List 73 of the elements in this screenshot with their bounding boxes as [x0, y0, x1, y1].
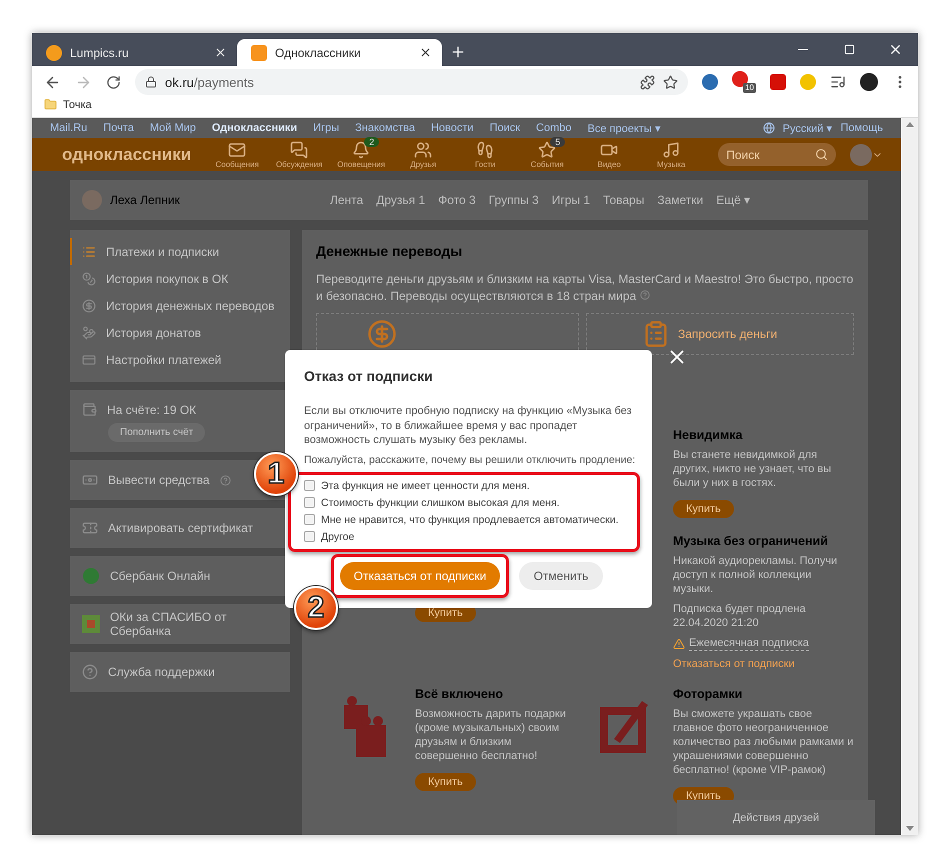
nav-item[interactable]: Гости [454, 140, 516, 169]
profile-tab[interactable]: Заметки [657, 193, 704, 207]
language-link[interactable]: Русский ▾ [782, 122, 832, 135]
profile-tab[interactable]: Ещё ▾ [716, 193, 750, 207]
profile-tab[interactable]: Игры 1 [552, 193, 590, 207]
card-label: Сбербанк Онлайн [110, 569, 210, 583]
browser-tab[interactable]: Одноклассники [237, 39, 442, 66]
buy-button[interactable]: Купить [415, 773, 476, 791]
sidebar-card[interactable]: ОКи за СПАСИБО от Сбербанка [70, 604, 290, 644]
nav-item[interactable]: Сообщения [206, 140, 268, 169]
site-logo: одноклассники [62, 144, 192, 165]
profile-tab[interactable]: Фото 3 [438, 193, 476, 207]
unsubscribe-button[interactable]: Отказаться от подписки [340, 562, 500, 590]
product-title: Невидимка [673, 428, 744, 442]
section-text: Переводите деньги друзьям и близким на карты Visa, MasterCard и Maestro! Это быстро, просто и безопасно. Переводы осуществляются в 18 стран мира [316, 271, 854, 305]
card-label: Вывести средства [108, 473, 210, 487]
plan-link[interactable]: Ежемесячная подписка [689, 636, 809, 651]
help-link[interactable]: Помощь [840, 122, 883, 134]
reason-checkbox[interactable]: Другое [304, 530, 624, 542]
profile-tab[interactable]: Лента [330, 193, 364, 207]
dialog-question: Пожалуйста, расскажите, почему вы решили отключить продление: [304, 454, 633, 466]
address-field[interactable]: ok.ru/payments [135, 69, 688, 95]
card-label: Служба поддержки [108, 665, 215, 679]
product-title: Фоторамки [673, 687, 744, 701]
dialog-text: Если вы отключите пробную подписку на функцию «Музыка без ограничений», то в ближайшее время у вас пропадет возможность слушать музыку без рекламы. [304, 404, 633, 448]
buy-button[interactable]: Купить [673, 500, 734, 518]
portal-link[interactable]: Mail.Ru [50, 122, 88, 134]
nav-item[interactable]: Обсуждения [268, 140, 330, 169]
menu-item[interactable]: История денежных переводов [70, 292, 290, 319]
card-label: ОКи за СПАСИБО от Сбербанка [110, 610, 228, 638]
reason-checkbox[interactable]: Мне не нравится, что функция продлевается автоматически. [304, 514, 624, 526]
reason-checkbox[interactable]: Эта функция не имеет ценности для меня. [304, 480, 624, 492]
menu-item[interactable]: Настройки платежей [70, 346, 290, 373]
portal-link[interactable]: Знакомства [355, 122, 415, 134]
dialog-title: Отказ от подписки [304, 368, 434, 384]
portal-link[interactable]: Новости [430, 122, 474, 134]
balance-text: На счёте: 19 ОК [107, 402, 196, 416]
portal-link[interactable]: Мой Мир [150, 122, 196, 134]
option-label: Запросить деньги [678, 327, 778, 341]
bookmark[interactable]: Точка [44, 98, 92, 111]
nav-item[interactable]: Музыка [640, 140, 702, 169]
profile-tab[interactable]: Друзья 1 [376, 193, 426, 207]
top-up-button[interactable]: Пополнить счёт [108, 423, 206, 442]
product-text: Вы станете невидимкой для других, никто не узнает, что вы были у них в гостях. [673, 448, 832, 490]
nav-item[interactable]: Друзья [392, 140, 454, 169]
portal-link[interactable]: Игры [313, 122, 340, 134]
portal-link[interactable]: Все проекты ▾ [588, 122, 661, 135]
menu-item[interactable]: История покупок в ОК [70, 265, 290, 292]
card-label: Активировать сертификат [108, 521, 254, 535]
renewal-text: Подписка будет продлена 22.04.2020 21:20 [673, 602, 807, 630]
profile-tab[interactable]: Товары [603, 193, 644, 207]
user-name: Леха Лепник [110, 193, 181, 207]
product-text: Вы сможете украшать свое главное фото неограниченное количество раз любыми рамками и украшениями совершенно бесплатно! (кроме VIP-рамок) [673, 707, 854, 777]
profile-tab[interactable]: Группы 3 [488, 193, 539, 207]
reason-checkbox[interactable]: Стоимость функции слишком высокая для меня. [304, 496, 624, 508]
menu-item[interactable]: История донатов [70, 319, 290, 346]
product-text: Возможность дарить подарки (кроме музыкальных) своим друзьям и близким совершенно бесплатно! [415, 707, 567, 763]
nav-item[interactable]: Видео [578, 140, 640, 169]
search-field[interactable]: Поиск [718, 143, 836, 166]
portal-link[interactable]: Одноклассники [212, 122, 298, 134]
sidebar-card[interactable]: Служба поддержки [70, 652, 290, 692]
portal-link[interactable]: Почта [103, 122, 134, 134]
section-title: Денежные переводы [316, 243, 464, 259]
product-text: Никакой аудиорекламы. Получи доступ к полной коллекции музыки. [673, 554, 838, 596]
portal-link[interactable]: Combo [536, 122, 572, 134]
portal-link[interactable]: Поиск [490, 122, 520, 134]
browser-tab[interactable]: Lumpics.ru [32, 39, 237, 66]
menu-item[interactable]: Платежи и подписки [70, 238, 290, 265]
cancel-link[interactable]: Отказаться от подписки [673, 657, 854, 671]
product-title: Музыка без ограничений [673, 534, 829, 548]
product-title: Всё включено [415, 687, 504, 701]
friends-panel[interactable]: Действия друзей [677, 800, 875, 835]
cancel-button[interactable]: Отменить [519, 562, 603, 590]
